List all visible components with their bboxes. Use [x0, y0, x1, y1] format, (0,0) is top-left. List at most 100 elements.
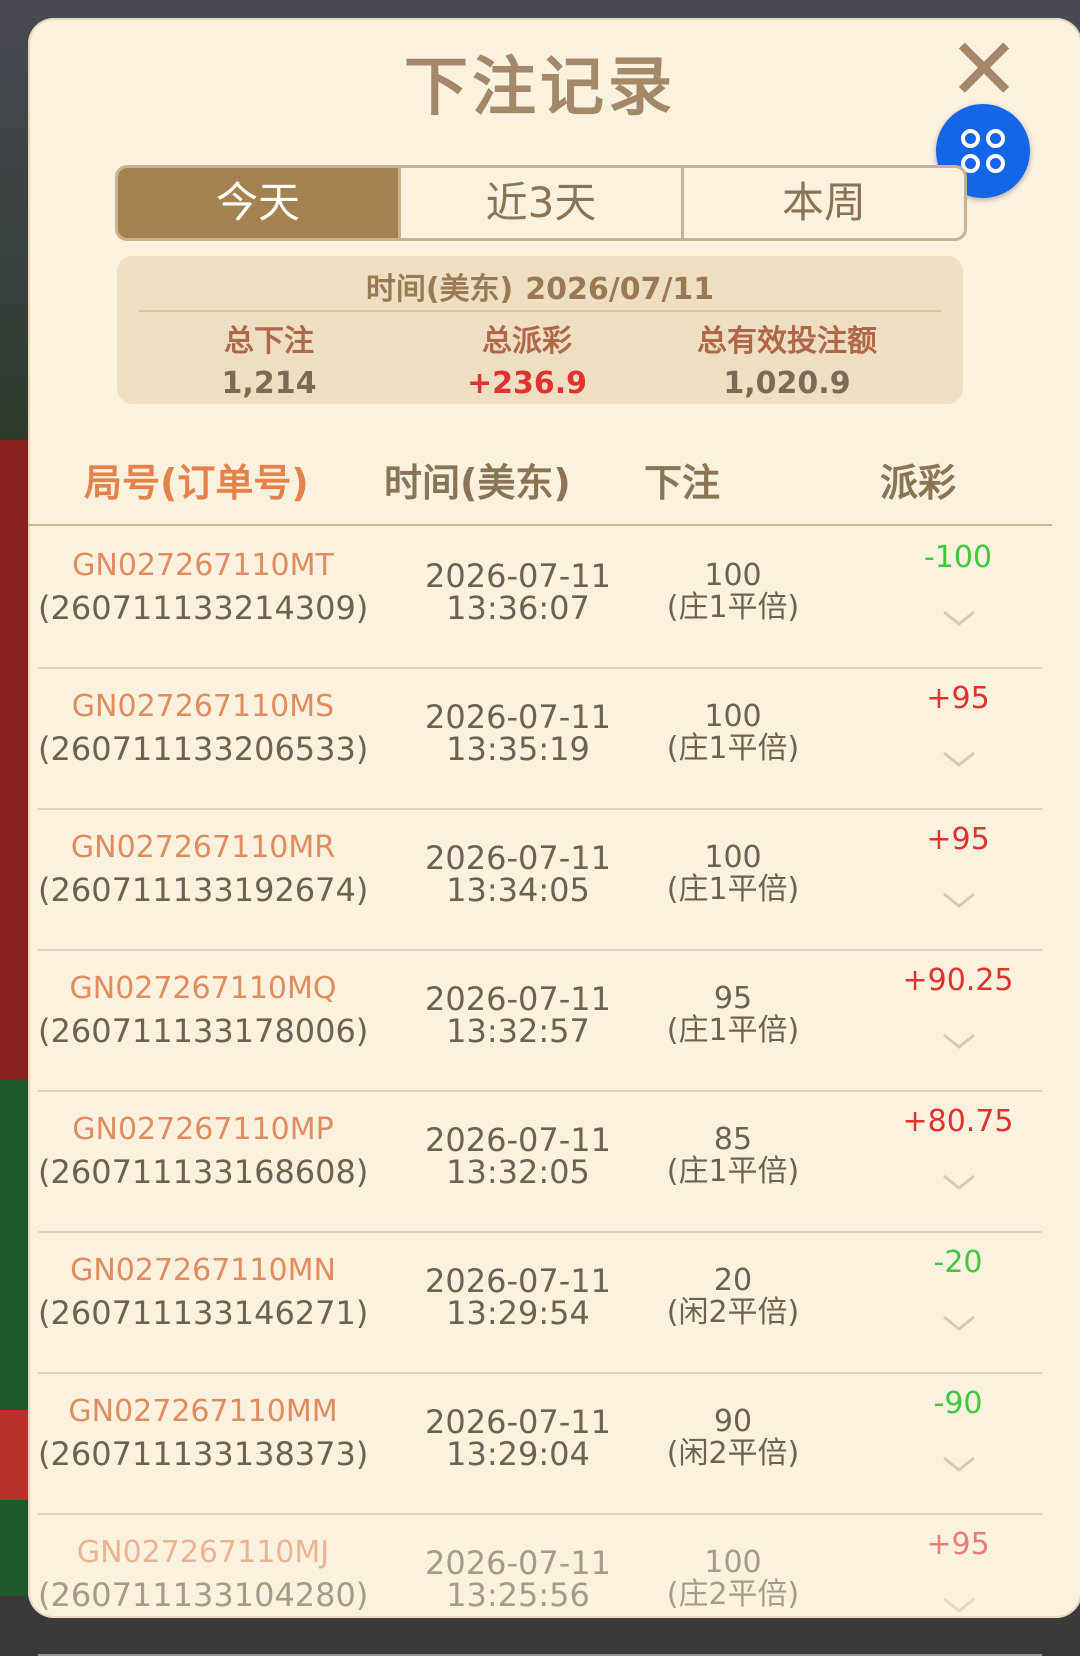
column-header-payout: 派彩 [880, 461, 957, 505]
bet-type: (庄1平倍) [666, 590, 800, 625]
bet-cell: 100 (庄1平倍) [628, 842, 838, 906]
round-id-cell: GN027267110MN (260711133146271) [38, 1253, 368, 1332]
summary-divider [139, 310, 941, 312]
payout-value: -100 [923, 540, 993, 575]
chevron-down-icon[interactable] [942, 1589, 976, 1623]
bet-amount: 20 [713, 1263, 753, 1298]
bet-date: 2026-07-11 [425, 839, 611, 877]
panel-title: 下注记录 [404, 51, 676, 125]
bet-type: (闲2平倍) [666, 1436, 800, 1471]
chevron-down-icon[interactable] [942, 1166, 976, 1200]
table-row[interactable]: GN027267110MS (260711133206533) 2026-07-11… [38, 669, 1042, 810]
round-id-cell: GN027267110MS (260711133206533) [38, 689, 368, 768]
bet-time: 13:35:19 [446, 730, 590, 768]
bet-date: 2026-07-11 [425, 1403, 611, 1441]
chevron-down-icon[interactable] [942, 884, 976, 918]
table-row[interactable]: GN027267110MJ (260711133104280) 2026-07-11… [38, 1515, 1042, 1656]
summary-date-label: 时间(美东) [365, 272, 514, 307]
bet-date: 2026-07-11 [425, 698, 611, 736]
table-row[interactable]: GN027267110MQ (260711133178006) 2026-07-11… [38, 951, 1042, 1092]
game-round-id: GN027267110MN [70, 1253, 336, 1288]
bet-date: 2026-07-11 [425, 1262, 611, 1300]
summary-date: 2026/07/11 [525, 272, 715, 307]
table-row[interactable]: GN027267110MR (260711133192674) 2026-07-11… [38, 810, 1042, 951]
bet-amount: 100 [704, 699, 762, 734]
bet-date: 2026-07-11 [425, 1121, 611, 1159]
table-row[interactable]: GN027267110MT (260711133214309) 2026-07-11… [38, 528, 1042, 669]
bet-amount: 90 [713, 1404, 753, 1439]
time-cell: 2026-07-11 13:35:19 [388, 701, 648, 765]
bet-amount: 85 [713, 1122, 753, 1157]
chevron-down-icon[interactable] [942, 1448, 976, 1482]
bet-cell: 100 (庄2平倍) [628, 1547, 838, 1611]
total-bet-value: 1,214 [221, 366, 317, 401]
tab-last-3-days[interactable]: 近3天 [398, 168, 681, 238]
total-valid-value: 1,020.9 [723, 366, 851, 401]
order-number: (260711133214309) [38, 589, 369, 627]
table-row[interactable]: GN027267110MM (260711133138373) 2026-07-11… [38, 1374, 1042, 1515]
bet-time: 13:29:04 [446, 1435, 590, 1473]
total-valid-label: 总有效投注额 [697, 324, 877, 359]
summary-box: 时间(美东) 2026/07/11 总下注 1,214 总派彩 +236.9 总有… [117, 256, 963, 404]
chevron-down-icon[interactable] [942, 743, 976, 777]
order-number: (260711133146271) [38, 1294, 369, 1332]
summary-total-payout: 总派彩 +236.9 [387, 316, 667, 401]
summary-date-line: 时间(美东) 2026/07/11 [117, 264, 963, 308]
round-id-cell: GN027267110MR (260711133192674) [38, 830, 368, 909]
bet-amount: 100 [704, 840, 762, 875]
time-cell: 2026-07-11 13:29:04 [388, 1406, 648, 1470]
column-header-bet: 下注 [644, 461, 721, 505]
tab-today[interactable]: 今天 [118, 168, 398, 238]
game-round-id: GN027267110MQ [69, 971, 337, 1006]
tab-this-week[interactable]: 本周 [681, 168, 964, 238]
game-round-id: GN027267110MP [72, 1112, 334, 1147]
bet-cell: 20 (闲2平倍) [628, 1265, 838, 1329]
time-cell: 2026-07-11 13:32:05 [388, 1124, 648, 1188]
total-bet-label: 总下注 [224, 324, 314, 359]
order-number: (260711133168608) [38, 1153, 369, 1191]
table-header: 局号(订单号) 时间(美东) 下注 派彩 [28, 452, 1068, 526]
payout-value: +80.75 [902, 1104, 1014, 1139]
chevron-down-icon[interactable] [942, 1025, 976, 1059]
bet-cell: 95 (庄1平倍) [628, 983, 838, 1047]
total-payout-label: 总派彩 [482, 324, 572, 359]
date-range-tabs: 今天 近3天 本周 [115, 165, 967, 241]
chevron-down-icon[interactable] [942, 602, 976, 636]
table-row[interactable]: GN027267110MP (260711133168608) 2026-07-11… [38, 1092, 1042, 1233]
total-payout-value: +236.9 [466, 366, 588, 401]
round-id-cell: GN027267110MM (260711133138373) [38, 1394, 368, 1473]
bet-record-list: GN027267110MT (260711133214309) 2026-07-11… [38, 528, 1042, 1656]
bet-date: 2026-07-11 [425, 980, 611, 1018]
bet-cell: 100 (庄1平倍) [628, 560, 838, 624]
header-divider [28, 524, 1052, 526]
summary-total-bet: 总下注 1,214 [129, 316, 409, 401]
time-cell: 2026-07-11 13:29:54 [388, 1265, 648, 1329]
bet-time: 13:29:54 [446, 1294, 590, 1332]
game-round-id: GN027267110MR [70, 830, 336, 865]
bet-cell: 100 (庄1平倍) [628, 701, 838, 765]
bet-time: 13:32:57 [446, 1012, 590, 1050]
round-id-cell: GN027267110MT (260711133214309) [38, 548, 368, 627]
bet-type: (庄1平倍) [666, 731, 800, 766]
order-number: (260711133178006) [38, 1012, 369, 1050]
chevron-down-icon[interactable] [942, 1307, 976, 1341]
table-row[interactable]: GN027267110MN (260711133146271) 2026-07-11… [38, 1233, 1042, 1374]
time-cell: 2026-07-11 13:32:57 [388, 983, 648, 1047]
bet-time: 13:36:07 [446, 589, 590, 627]
bet-type: (庄2平倍) [666, 1577, 800, 1612]
bet-date: 2026-07-11 [425, 1544, 611, 1582]
time-cell: 2026-07-11 13:25:56 [388, 1547, 648, 1611]
bet-type: (闲2平倍) [666, 1295, 800, 1330]
bet-type: (庄1平倍) [666, 1013, 800, 1048]
bet-time: 13:34:05 [446, 871, 590, 909]
order-number: (260711133104280) [38, 1576, 369, 1614]
order-number: (260711133138373) [38, 1435, 369, 1473]
game-round-id: GN027267110MS [71, 689, 335, 724]
round-id-cell: GN027267110MP (260711133168608) [38, 1112, 368, 1191]
bet-amount: 100 [704, 1545, 762, 1580]
payout-value: -90 [933, 1386, 983, 1421]
game-round-id: GN027267110MJ [76, 1535, 330, 1570]
close-icon[interactable]: ✕ [948, 27, 1020, 113]
payout-value: +95 [926, 822, 990, 857]
bet-cell: 85 (庄1平倍) [628, 1124, 838, 1188]
